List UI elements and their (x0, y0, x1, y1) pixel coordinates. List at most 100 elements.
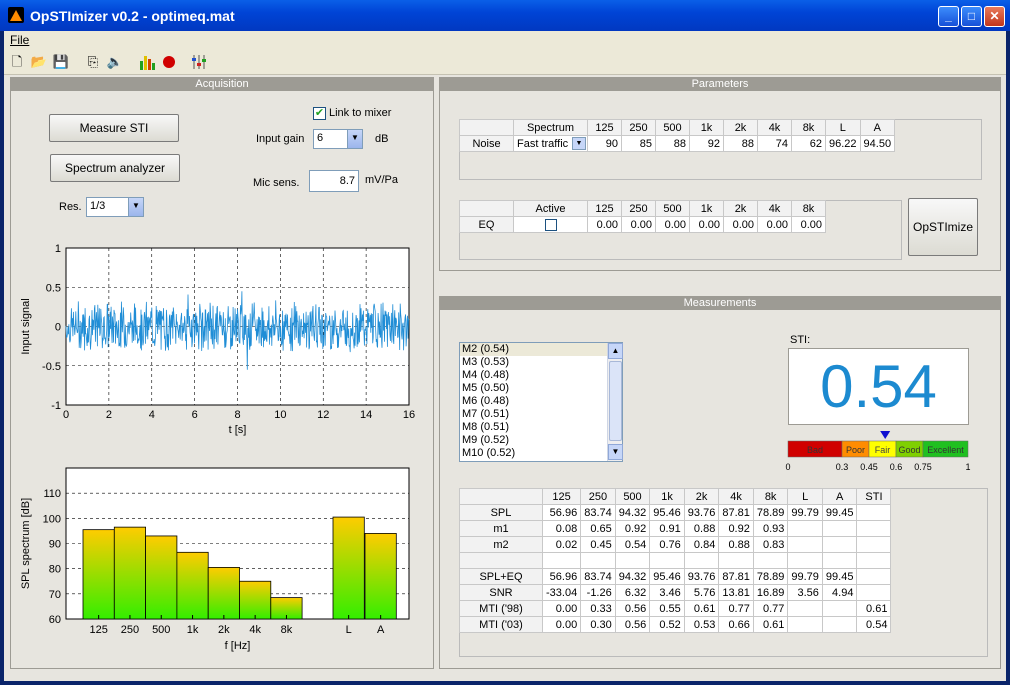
result-value-cell[interactable]: -33.04 (541, 584, 582, 601)
result-value-cell[interactable] (821, 536, 858, 553)
link-mixer-checkbox[interactable]: ✔ (313, 107, 326, 120)
result-value-cell[interactable] (856, 520, 892, 537)
result-value-cell[interactable] (856, 552, 892, 569)
record-icon[interactable] (160, 53, 178, 71)
chevron-down-icon[interactable]: ▼ (347, 130, 362, 148)
res-select[interactable]: 1/3 ▼ (86, 197, 144, 217)
result-value-cell[interactable]: 0.84 (683, 536, 720, 553)
noise-value-cell[interactable]: 90 (587, 135, 622, 152)
chevron-down-icon[interactable]: ▼ (128, 198, 143, 216)
scroll-thumb[interactable] (609, 361, 622, 441)
result-value-cell[interactable]: 0.61 (683, 600, 720, 617)
eq-value-cell[interactable]: 0.00 (621, 216, 656, 233)
noise-value-cell[interactable]: 62 (791, 135, 826, 152)
result-value-cell[interactable]: 0.83 (752, 536, 789, 553)
eq-active-checkbox-cell[interactable] (513, 216, 588, 233)
list-item[interactable]: M3 (0.53) (460, 356, 607, 369)
result-value-cell[interactable]: 93.76 (683, 568, 720, 585)
result-value-cell[interactable]: 0.56 (614, 616, 651, 633)
list-item[interactable]: M4 (0.48) (460, 369, 607, 382)
input-gain-select[interactable]: 6 ▼ (313, 129, 363, 149)
noise-value-cell[interactable]: 88 (723, 135, 758, 152)
result-value-cell[interactable]: 4.94 (821, 584, 858, 601)
result-value-cell[interactable]: 0.53 (683, 616, 720, 633)
list-item[interactable]: M10 (0.52) (460, 447, 607, 460)
result-value-cell[interactable]: 83.74 (580, 504, 616, 521)
import-icon[interactable]: ⎘ (84, 53, 102, 71)
eq-active-checkbox[interactable] (544, 218, 557, 231)
open-icon[interactable]: 📂 (30, 53, 48, 71)
eq-value-cell[interactable]: 0.00 (791, 216, 826, 233)
result-value-cell[interactable]: 0.54 (614, 536, 651, 553)
result-value-cell[interactable]: 83.74 (580, 568, 616, 585)
result-value-cell[interactable]: 3.46 (649, 584, 685, 601)
noise-value-cell[interactable]: 88 (655, 135, 690, 152)
result-value-cell[interactable]: 0.45 (580, 536, 616, 553)
bar-chart-icon[interactable] (138, 53, 156, 71)
result-value-cell[interactable]: 0.92 (718, 520, 754, 537)
list-item[interactable]: M5 (0.50) (460, 382, 607, 395)
result-value-cell[interactable]: 0.61 (752, 616, 789, 633)
result-value-cell[interactable]: 0.00 (541, 600, 582, 617)
result-value-cell[interactable]: 0.61 (856, 600, 892, 617)
list-item[interactable]: M6 (0.48) (460, 395, 607, 408)
result-value-cell[interactable]: 0.00 (541, 616, 582, 633)
eq-value-cell[interactable]: 0.00 (723, 216, 758, 233)
result-value-cell[interactable]: 78.89 (752, 504, 789, 521)
result-value-cell[interactable] (718, 552, 754, 569)
eq-value-cell[interactable]: 0.00 (587, 216, 622, 233)
result-value-cell[interactable]: 94.32 (614, 568, 651, 585)
result-value-cell[interactable]: 0.55 (649, 600, 685, 617)
result-value-cell[interactable]: 0.52 (649, 616, 685, 633)
result-value-cell[interactable]: 99.45 (821, 504, 858, 521)
measure-sti-button[interactable]: Measure STI (49, 114, 179, 142)
result-value-cell[interactable] (821, 520, 858, 537)
new-icon[interactable]: 🗋 (8, 53, 26, 71)
result-value-cell[interactable]: 0.88 (683, 520, 720, 537)
speaker-icon[interactable]: 🔈 (106, 53, 124, 71)
scroll-down-icon[interactable]: ▼ (608, 444, 623, 460)
result-value-cell[interactable] (856, 584, 892, 601)
noise-value-cell[interactable]: 96.22 (825, 135, 861, 152)
spectrum-select[interactable]: Fast traffic ▼ (513, 135, 588, 152)
result-value-cell[interactable]: 0.92 (614, 520, 651, 537)
result-value-cell[interactable]: 56.96 (541, 568, 582, 585)
result-value-cell[interactable] (683, 552, 720, 569)
save-icon[interactable]: 💾 (52, 53, 70, 71)
list-item[interactable]: M8 (0.51) (460, 421, 607, 434)
result-value-cell[interactable] (614, 552, 651, 569)
result-value-cell[interactable] (787, 536, 823, 553)
result-value-cell[interactable] (752, 552, 789, 569)
mic-sens-input[interactable]: 8.7 (309, 170, 359, 192)
result-value-cell[interactable]: 0.76 (649, 536, 685, 553)
result-value-cell[interactable] (856, 536, 892, 553)
result-value-cell[interactable]: 99.79 (787, 568, 823, 585)
result-value-cell[interactable]: 0.02 (541, 536, 582, 553)
eq-value-cell[interactable]: 0.00 (655, 216, 690, 233)
result-value-cell[interactable]: 93.76 (683, 504, 720, 521)
result-value-cell[interactable]: 0.56 (614, 600, 651, 617)
result-value-cell[interactable]: 13.81 (718, 584, 754, 601)
result-value-cell[interactable] (821, 616, 858, 633)
noise-value-cell[interactable]: 74 (757, 135, 792, 152)
result-value-cell[interactable]: 0.08 (541, 520, 582, 537)
result-value-cell[interactable]: 0.66 (718, 616, 754, 633)
minimize-button[interactable]: _ (938, 6, 959, 27)
result-value-cell[interactable]: 5.76 (683, 584, 720, 601)
result-value-cell[interactable] (649, 552, 685, 569)
result-value-cell[interactable] (821, 552, 858, 569)
result-value-cell[interactable]: 0.65 (580, 520, 616, 537)
result-value-cell[interactable] (541, 552, 582, 569)
result-value-cell[interactable] (821, 600, 858, 617)
result-value-cell[interactable]: 56.96 (541, 504, 582, 521)
result-value-cell[interactable]: 94.32 (614, 504, 651, 521)
eq-value-cell[interactable]: 0.00 (757, 216, 792, 233)
result-value-cell[interactable]: 0.93 (752, 520, 789, 537)
maximize-button[interactable]: □ (961, 6, 982, 27)
spectrum-analyzer-button[interactable]: Spectrum analyzer (50, 154, 180, 182)
list-item[interactable]: M9 (0.52) (460, 434, 607, 447)
noise-value-cell[interactable]: 92 (689, 135, 724, 152)
result-value-cell[interactable] (856, 568, 892, 585)
measurement-list[interactable]: M2 (0.54) M3 (0.53) M4 (0.48) M5 (0.50) M6 (… (459, 342, 623, 462)
result-value-cell[interactable]: 99.79 (787, 504, 823, 521)
